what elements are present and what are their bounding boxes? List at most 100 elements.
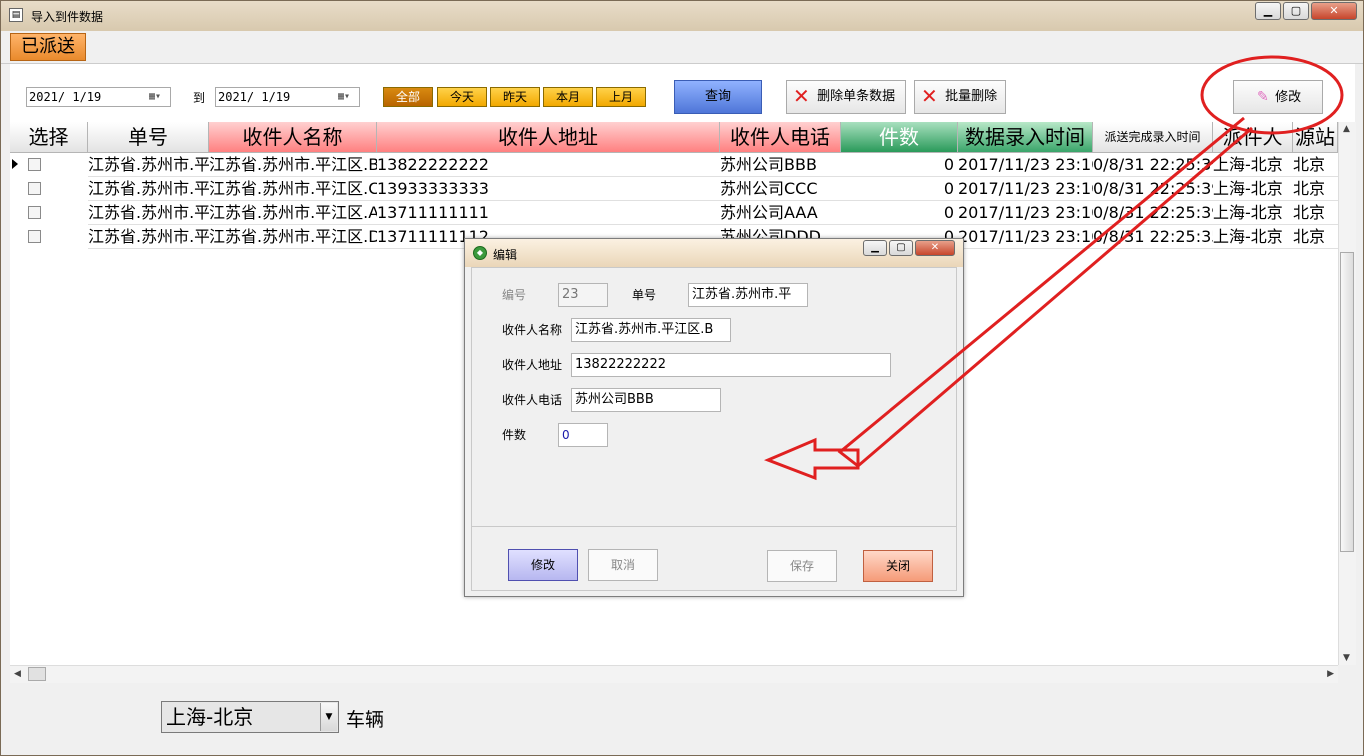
cell-courier: 上海-北京 (1213, 153, 1293, 177)
cell-entry-time: 2017/11/23 23:10 (958, 177, 1093, 201)
scroll-left-icon[interactable]: ◀ (14, 669, 21, 679)
cell-courier: 上海-北京 (1213, 177, 1293, 201)
minimize-button[interactable]: ▁ (1255, 2, 1281, 20)
cell-recipient-address: 13822222222 (377, 153, 720, 177)
to-label: 到 (193, 91, 206, 105)
route-select[interactable]: 上海-北京 ▼ (161, 701, 339, 733)
close-window-button[interactable]: ✕ (1311, 2, 1357, 20)
cell-count: 0 (841, 153, 958, 177)
app-icon: ▤ (9, 8, 23, 22)
column-header-select[interactable]: 选择 (10, 122, 88, 153)
dialog-body: 编号 23 单号 江苏省.苏州市.平 收件人名称 江苏省.苏州市.平江区.B 收… (471, 267, 957, 591)
grid-header: 选择 单号 收件人名称 收件人地址 收件人电话 件数 数据录入时间 派送完成录入… (10, 122, 1338, 153)
id-field: 23 (558, 283, 608, 307)
query-button[interactable]: 查询 (674, 80, 762, 114)
dialog-edit-button[interactable]: 修改 (508, 549, 578, 581)
calendar-dropdown-icon[interactable]: ▦▾ (149, 91, 167, 103)
column-header-recipient-phone[interactable]: 收件人电话 (720, 122, 841, 153)
horizontal-scrollbar[interactable]: ◀ ▶ (10, 665, 1338, 683)
range-yesterday-button[interactable]: 昨天 (490, 87, 540, 107)
column-header-entry-time[interactable]: 数据录入时间 (958, 122, 1093, 153)
horizontal-scroll-thumb[interactable] (28, 667, 46, 681)
column-header-recipient-name[interactable]: 收件人名称 (209, 122, 377, 153)
scroll-up-icon[interactable]: ▲ (1343, 124, 1350, 134)
cell-order-no: 江苏省.苏州市.平 (88, 153, 209, 177)
recipient-name-label: 收件人名称 (502, 323, 563, 337)
row-checkbox[interactable] (28, 182, 41, 195)
cell-delivery-time: 0/8/31 22:25:39 (1093, 153, 1213, 177)
recipient-phone-label: 收件人电话 (502, 393, 563, 407)
order-no-label: 单号 (632, 288, 657, 302)
table-row[interactable]: 江苏省.苏州市.平 江苏省.苏州市.平江区.C 13933333333 苏州公司… (10, 177, 1338, 201)
recipient-phone-field[interactable]: 苏州公司BBB (571, 388, 721, 412)
delete-x-icon: ✕ (921, 84, 938, 108)
vertical-scroll-thumb[interactable] (1340, 252, 1354, 552)
cell-delivery-time: 0/8/31 22:25:39 (1093, 177, 1213, 201)
column-header-order-no[interactable]: 单号 (88, 122, 209, 153)
tab-sent[interactable]: 已派送 (10, 33, 86, 61)
filter-toolbar: 2021/ 1/19 ▦▾ 到 2021/ 1/19 ▦▾ 全部 今天 昨天 本… (10, 64, 1355, 122)
range-last-month-button[interactable]: 上月 (596, 87, 646, 107)
cell-courier: 上海-北京 (1213, 225, 1293, 249)
table-row[interactable]: 江苏省.苏州市.平 江苏省.苏州市.平江区.A 13711111111 苏州公司… (10, 201, 1338, 225)
row-checkbox[interactable] (28, 158, 41, 171)
batch-delete-button[interactable]: ✕ 批量删除 (914, 80, 1006, 114)
date-to-picker[interactable]: 2021/ 1/19 ▦▾ (215, 87, 360, 107)
dialog-close-button[interactable]: 关闭 (863, 550, 933, 582)
dialog-separator (472, 526, 956, 527)
cell-count: 0 (841, 177, 958, 201)
range-today-button[interactable]: 今天 (437, 87, 487, 107)
delete-one-button[interactable]: ✕ 删除单条数据 (786, 80, 906, 114)
edit-button[interactable]: ✎ 修改 (1233, 80, 1323, 114)
cell-source-station: 北京 (1293, 153, 1338, 177)
cell-order-no: 江苏省.苏州市.平 (88, 201, 209, 225)
maximize-button[interactable]: ▢ (1283, 2, 1309, 20)
row-checkbox[interactable] (28, 230, 41, 243)
route-select-value: 上海-北京 (166, 705, 254, 729)
scroll-down-icon[interactable]: ▼ (1343, 653, 1350, 663)
column-header-source-station[interactable]: 源站 (1293, 122, 1338, 153)
dialog-save-button[interactable]: 保存 (767, 550, 837, 582)
recipient-name-field[interactable]: 江苏省.苏州市.平江区.B (571, 318, 731, 342)
dialog-minimize-button[interactable]: ▁ (863, 240, 887, 256)
cell-courier: 上海-北京 (1213, 201, 1293, 225)
range-all-button[interactable]: 全部 (383, 87, 433, 107)
column-header-courier[interactable]: 派件人 (1213, 122, 1293, 153)
cell-recipient-name: 江苏省.苏州市.平江区.D (209, 225, 377, 249)
column-header-count[interactable]: 件数 (841, 122, 958, 153)
id-label: 编号 (502, 288, 527, 302)
bottom-panel: 上海-北京 ▼ 车辆 (10, 685, 1355, 747)
cell-entry-time: 2017/11/23 23:10 (958, 153, 1093, 177)
scroll-right-icon[interactable]: ▶ (1327, 669, 1334, 679)
cell-count: 0 (841, 201, 958, 225)
column-header-delivery-time[interactable]: 派送完成录入时间 (1093, 122, 1213, 153)
cell-recipient-name: 江苏省.苏州市.平江区.C (209, 177, 377, 201)
calendar-dropdown-icon[interactable]: ▦▾ (338, 91, 356, 103)
range-this-month-button[interactable]: 本月 (543, 87, 593, 107)
dialog-title-bar: ◆ 编辑 ▁ ▢ ✕ (465, 239, 963, 267)
column-header-recipient-address[interactable]: 收件人地址 (377, 122, 720, 153)
delete-one-label: 删除单条数据 (817, 89, 896, 104)
count-field[interactable]: 0 (558, 423, 608, 447)
recipient-address-field[interactable]: 13822222222 (571, 353, 891, 377)
dialog-close-window-button[interactable]: ✕ (915, 240, 955, 256)
dialog-window-controls: ▁ ▢ ✕ (861, 240, 955, 256)
date-from-picker[interactable]: 2021/ 1/19 ▦▾ (26, 87, 171, 107)
count-label: 件数 (502, 428, 527, 442)
table-row[interactable]: 江苏省.苏州市.平 江苏省.苏州市.平江区.B 13822222222 苏州公司… (10, 153, 1338, 177)
cell-order-no: 江苏省.苏州市.平 (88, 225, 209, 249)
chevron-down-icon[interactable]: ▼ (320, 703, 337, 731)
recipient-address-label: 收件人地址 (502, 358, 563, 372)
date-from-value: 2021/ 1/19 (29, 90, 102, 104)
cell-source-station: 北京 (1293, 201, 1338, 225)
cell-source-station: 北京 (1293, 177, 1338, 201)
cell-recipient-phone: 苏州公司BBB (720, 153, 841, 177)
cell-recipient-address: 13933333333 (377, 177, 720, 201)
row-checkbox[interactable] (28, 206, 41, 219)
cell-delivery-time: 0/8/31 22:25:35 (1093, 225, 1213, 249)
order-no-field[interactable]: 江苏省.苏州市.平 (688, 283, 808, 307)
vertical-scrollbar[interactable]: ▲ ▼ (1338, 122, 1356, 665)
dialog-cancel-button[interactable]: 取消 (588, 549, 658, 581)
cell-recipient-name: 江苏省.苏州市.平江区.B (209, 153, 377, 177)
dialog-maximize-button[interactable]: ▢ (889, 240, 913, 256)
